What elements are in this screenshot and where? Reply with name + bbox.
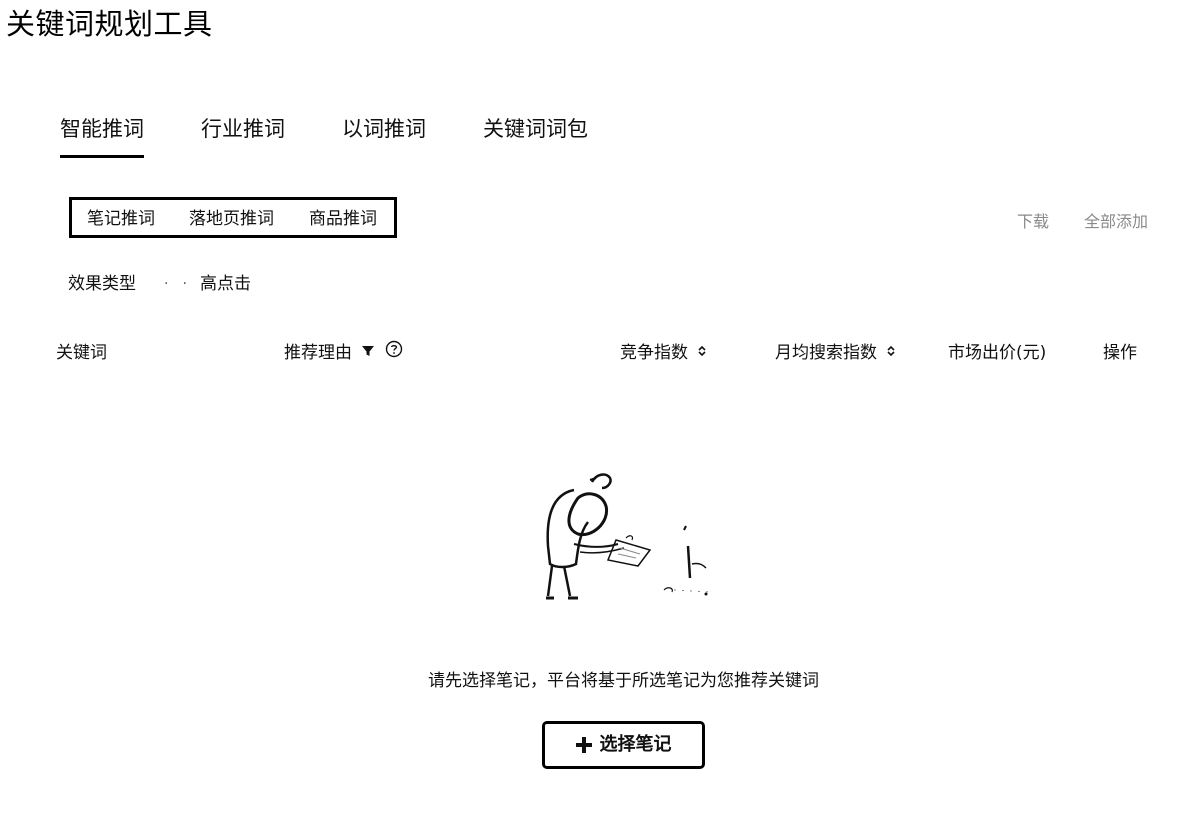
add-all-button[interactable]: 全部添加 — [1084, 211, 1148, 233]
column-monthly-search-index[interactable]: 月均搜索指数 — [775, 340, 896, 366]
select-note-button[interactable]: 选择笔记 — [542, 721, 705, 769]
sub-tabs: 笔记推词 落地页推词 商品推词 — [69, 197, 397, 238]
sort-icon[interactable] — [697, 340, 707, 366]
sort-icon[interactable] — [886, 340, 896, 366]
subtab-note-recommend[interactable]: 笔记推词 — [87, 208, 155, 230]
tab-keyword-package[interactable]: 关键词词包 — [483, 112, 588, 146]
separator-dots: ·· — [164, 276, 201, 292]
person-reading-note-illustration — [534, 468, 724, 604]
download-button[interactable]: 下载 — [1017, 211, 1049, 233]
table-header: 关键词 推荐理由 竞争指数 月均搜索指数 市场出价(元) 操作 — [0, 340, 1197, 370]
column-competition-index[interactable]: 竞争指数 — [620, 340, 707, 366]
main-tabs: 智能推词 行业推词 以词推词 关键词词包 — [60, 112, 620, 162]
filter-icon[interactable] — [361, 340, 375, 366]
help-icon[interactable] — [385, 340, 403, 366]
empty-state-message: 请先选择笔记，平台将基于所选笔记为您推荐关键词 — [428, 671, 819, 691]
select-note-button-label: 选择笔记 — [599, 734, 672, 755]
column-market-bid: 市场出价(元) — [948, 343, 1047, 363]
column-actions: 操作 — [1103, 343, 1137, 363]
effect-type-value[interactable]: 高点击 — [200, 272, 251, 296]
tab-smart-recommend[interactable]: 智能推词 — [60, 112, 144, 158]
effect-type-label: 效果类型 — [68, 274, 136, 294]
column-keyword: 关键词 — [56, 343, 107, 363]
tab-industry-recommend[interactable]: 行业推词 — [201, 112, 285, 146]
tab-word-recommend[interactable]: 以词推词 — [342, 112, 426, 146]
subtab-landing-page-recommend[interactable]: 落地页推词 — [189, 208, 274, 230]
subtab-product-recommend[interactable]: 商品推词 — [309, 208, 377, 230]
effect-type-filter: 效果类型 ·· 高点击 — [68, 272, 368, 298]
table-actions: 下载 全部添加 — [1009, 211, 1179, 235]
column-reason: 推荐理由 — [284, 340, 403, 366]
plus-icon — [575, 737, 592, 753]
page-title: 关键词规划工具 — [6, 7, 213, 41]
